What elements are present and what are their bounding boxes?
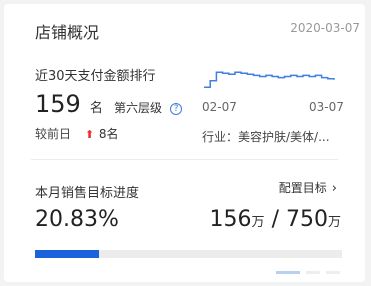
compare-value: 8名 <box>98 127 119 141</box>
amount-separator: / <box>271 207 279 232</box>
arrow-up-icon: ⬆ <box>84 128 95 141</box>
card-date: 2020-03-07 <box>290 21 360 35</box>
ranking-level: 第六层级 <box>114 101 163 115</box>
card-title: 店铺概况 <box>35 23 100 42</box>
help-icon[interactable]: ? <box>170 103 183 115</box>
divider <box>31 159 338 160</box>
chevron-right-icon: › <box>331 181 337 196</box>
goal-amount-unit: 万 <box>327 215 341 230</box>
trend-line <box>204 71 335 89</box>
configure-target-label: 配置目标 <box>278 181 327 195</box>
current-amount-unit: 万 <box>251 215 265 230</box>
compare-label: 较前日 <box>35 127 72 141</box>
ranking-compare: 较前日 ⬆ 8名 <box>35 125 119 142</box>
target-progress-fill <box>35 250 99 258</box>
trend-end-date: 03-07 <box>309 100 344 114</box>
target-amount: 156万 / 750万 <box>210 207 341 232</box>
pager-dot-3[interactable] <box>326 271 340 274</box>
target-progress-bar <box>35 250 342 258</box>
current-amount: 156 <box>209 207 252 232</box>
ranking-title: 近30天支付金额排行 <box>35 69 156 84</box>
target-title: 本月销售目标进度 <box>35 186 140 201</box>
pager-dot-1[interactable] <box>276 271 300 274</box>
ranking-row: 159 名 第六层级 ? <box>35 90 183 118</box>
pager-dot-2[interactable] <box>306 271 320 274</box>
ranking-unit: 名 <box>89 101 103 116</box>
trend-start-date: 02-07 <box>202 100 237 114</box>
target-percent: 20.83% <box>35 207 119 232</box>
goal-amount: 750 <box>285 207 328 232</box>
ranking-value: 159 <box>35 90 81 118</box>
trend-sparkline[interactable] <box>202 68 342 96</box>
shop-overview-card: 店铺概况 2020-03-07 近30天支付金额排行 159 名 第六层级 ? … <box>4 4 365 282</box>
configure-target-link[interactable]: 配置目标 › <box>279 179 337 196</box>
industry-label: 行业：美容护肤/美体/... <box>202 130 330 144</box>
